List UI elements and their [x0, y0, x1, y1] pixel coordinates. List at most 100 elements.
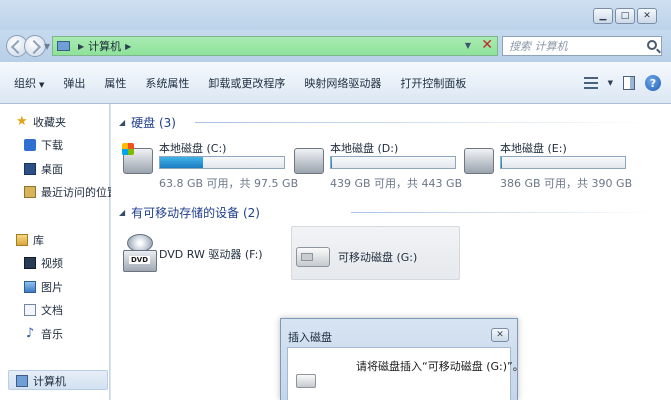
search-placeholder: 搜索 计算机 — [509, 40, 568, 53]
dialog-message: 请将磁盘插入“可移动磁盘 (G:)”。 — [356, 360, 524, 373]
dialog-body: 请将磁盘插入“可移动磁盘 (G:)”。 — [287, 347, 524, 400]
documents-icon — [24, 304, 36, 316]
stop-icon[interactable]: ✕ — [481, 37, 493, 53]
properties-button[interactable]: 属性 — [104, 75, 126, 91]
uninstall-program-button[interactable]: 卸载或更改程序 — [208, 75, 285, 91]
drive-free-space: 386 GB 可用，共 390 GB — [500, 177, 633, 190]
title-bar: ▁ □ ✕ — [0, 0, 671, 30]
group-removable-label: 有可移动存储的设备 (2) — [131, 206, 260, 220]
group-divider — [351, 212, 655, 213]
hard-drive-icon — [464, 148, 494, 174]
nav-videos[interactable]: 视频 — [24, 255, 63, 271]
device-name: 可移动磁盘 (G:) — [338, 251, 418, 264]
pictures-icon — [24, 281, 36, 293]
drive-e[interactable]: 本地磁盘 (E:) 386 GB 可用，共 390 GB — [464, 140, 634, 190]
nav-documents-label: 文档 — [41, 304, 63, 317]
system-drive-icon — [122, 143, 153, 174]
preview-pane-icon[interactable] — [623, 76, 635, 90]
dvd-drive-f[interactable]: DVD DVD RW 驱动器 (F:) — [123, 228, 283, 280]
drive-name: 本地磁盘 (D:) — [330, 142, 399, 155]
change-view-icon[interactable] — [583, 77, 598, 89]
breadcrumb-chevron-icon[interactable]: ▶ — [125, 42, 131, 51]
forward-button[interactable] — [24, 35, 46, 57]
nav-libraries-label: 库 — [33, 234, 44, 247]
nav-recent-places[interactable]: 最近访问的位置 — [24, 184, 118, 200]
removable-disk-g[interactable]: 可移动磁盘 (G:) — [291, 226, 460, 280]
map-network-drive-button[interactable]: 映射网络驱动器 — [304, 75, 381, 91]
nav-downloads[interactable]: 下载 — [24, 137, 63, 153]
drive-usage-fill — [160, 157, 204, 168]
drive-usage-fill — [501, 157, 503, 168]
nav-documents[interactable]: 文档 — [24, 302, 63, 318]
nav-pictures-label: 图片 — [41, 281, 63, 294]
dialog-close-button[interactable]: ✕ — [491, 328, 509, 342]
nav-computer[interactable]: 计算机 — [16, 373, 66, 389]
group-hard-disks[interactable]: ◢ 硬盘 (3) — [119, 114, 176, 131]
open-control-panel-button[interactable]: 打开控制面板 — [400, 75, 466, 91]
dialog-title: 插入磁盘 — [288, 331, 332, 344]
eject-button[interactable]: 弹出 — [63, 75, 85, 91]
collapse-arrow-icon[interactable]: ◢ — [119, 118, 125, 127]
group-removable-storage[interactable]: ◢ 有可移动存储的设备 (2) — [119, 204, 260, 221]
drive-free-space: 63.8 GB 可用，共 97.5 GB — [159, 177, 299, 190]
help-icon[interactable]: ? — [645, 75, 661, 91]
drive-usage-fill — [331, 157, 333, 168]
address-dropdown-icon[interactable]: ▼ — [465, 41, 471, 50]
nav-desktop-label: 桌面 — [41, 163, 63, 176]
command-bar: 组织 ▼ 弹出 属性 系统属性 卸载或更改程序 映射网络驱动器 打开控制面板 ▼ … — [0, 62, 671, 104]
dvd-logo: DVD — [129, 256, 151, 264]
minimize-button[interactable]: ▁ — [593, 8, 613, 24]
organize-label: 组织 — [14, 76, 36, 90]
history-dropdown-icon[interactable]: ▼ — [44, 42, 50, 51]
maximize-button[interactable]: □ — [615, 8, 635, 24]
nav-pictures[interactable]: 图片 — [24, 279, 63, 295]
usb-drive-icon — [296, 247, 330, 267]
group-divider — [195, 122, 655, 123]
nav-downloads-label: 下载 — [41, 139, 63, 152]
insert-disk-dialog: 插入磁盘 ✕ 请将磁盘插入“可移动磁盘 (G:)”。 — [280, 318, 524, 400]
nav-favorites[interactable]: ★ 收藏夹 — [16, 114, 66, 130]
nav-computer-label: 计算机 — [33, 375, 66, 388]
drive-d[interactable]: 本地磁盘 (D:) 439 GB 可用，共 443 GB — [294, 140, 464, 190]
desktop-icon — [24, 163, 36, 175]
view-dropdown-icon[interactable]: ▼ — [608, 79, 613, 87]
search-icon[interactable] — [647, 40, 657, 50]
nav-music-label: 音乐 — [41, 328, 63, 341]
recent-places-icon — [24, 186, 36, 198]
videos-icon — [24, 257, 36, 269]
usb-drive-icon — [296, 374, 316, 388]
address-row: ▼ ▶ 计算机 ▶ ▼ ✕ 搜索 计算机 — [0, 30, 671, 62]
drive-free-space: 439 GB 可用，共 443 GB — [330, 177, 463, 190]
chevron-down-icon: ▼ — [39, 80, 45, 89]
drive-usage-bar — [330, 156, 456, 169]
group-hard-disks-label: 硬盘 (3) — [131, 116, 176, 130]
window-controls: ▁ □ ✕ — [593, 8, 657, 24]
downloads-icon — [24, 139, 36, 151]
drive-name: 本地磁盘 (C:) — [159, 142, 227, 155]
address-bar[interactable]: ▶ 计算机 ▶ ▼ ✕ — [52, 36, 498, 56]
nav-desktop[interactable]: 桌面 — [24, 161, 63, 177]
music-icon: ♪ — [25, 326, 35, 341]
drive-usage-bar — [500, 156, 626, 169]
organize-button[interactable]: 组织 ▼ — [14, 75, 44, 91]
device-name: DVD RW 驱动器 (F:) — [159, 248, 263, 261]
drive-c[interactable]: 本地磁盘 (C:) 63.8 GB 可用，共 97.5 GB — [122, 140, 298, 190]
breadcrumb-separator-icon[interactable]: ▶ — [78, 42, 84, 51]
collapse-arrow-icon[interactable]: ◢ — [119, 208, 125, 217]
breadcrumb-computer[interactable]: 计算机 — [88, 38, 121, 54]
drive-usage-bar — [159, 156, 285, 169]
computer-icon — [57, 41, 70, 51]
drive-name: 本地磁盘 (E:) — [500, 142, 567, 155]
close-button[interactable]: ✕ — [637, 8, 657, 24]
search-input[interactable]: 搜索 计算机 — [502, 36, 662, 56]
nav-libraries[interactable]: 库 — [16, 232, 44, 248]
navigation-pane: ★ 收藏夹 下载 桌面 最近访问的位置 库 视频 图片 文档 ♪ 音乐 计算机 — [0, 104, 118, 400]
view-controls: ▼ ? — [583, 75, 661, 91]
hard-drive-icon — [294, 148, 324, 174]
nav-videos-label: 视频 — [41, 257, 63, 270]
nav-favorites-label: 收藏夹 — [33, 116, 66, 129]
system-properties-button[interactable]: 系统属性 — [145, 75, 189, 91]
nav-music[interactable]: ♪ 音乐 — [24, 326, 63, 342]
libraries-icon — [16, 234, 28, 246]
dvd-drive-icon: DVD — [123, 234, 157, 274]
